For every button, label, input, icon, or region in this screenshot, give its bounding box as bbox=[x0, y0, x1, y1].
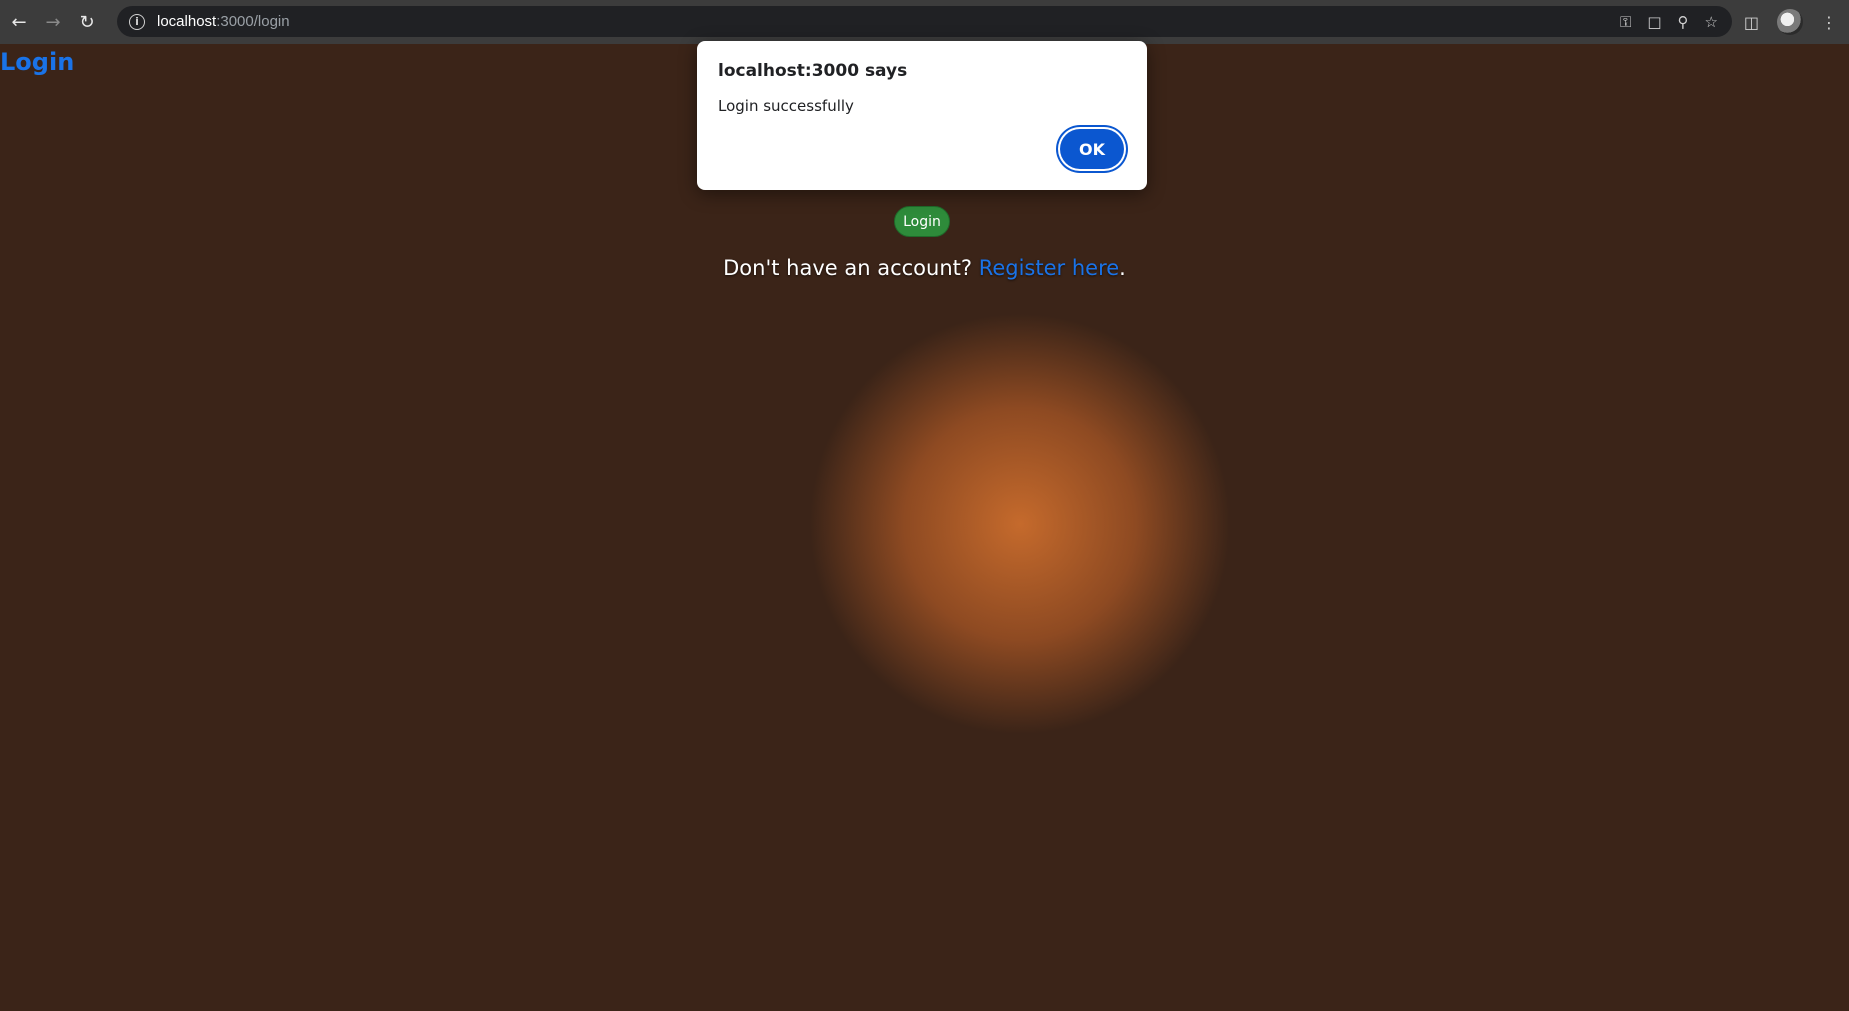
forward-icon[interactable]: → bbox=[38, 7, 68, 37]
browser-toolbar: ← → ↻ i localhost:3000/login ⚿ □ ⚲ ☆ ◫ ⋮ bbox=[0, 0, 1849, 44]
address-bar[interactable]: i localhost:3000/login ⚿ □ ⚲ ☆ bbox=[117, 6, 1732, 37]
cast-icon[interactable]: □ bbox=[1647, 13, 1661, 31]
reload-icon[interactable]: ↻ bbox=[72, 7, 102, 37]
url-text[interactable]: localhost:3000/login bbox=[157, 13, 290, 30]
alert-dialog: localhost:3000 says Login successfully O… bbox=[697, 41, 1147, 190]
zoom-icon[interactable]: ⚲ bbox=[1678, 13, 1689, 31]
profile-avatar[interactable] bbox=[1777, 9, 1803, 35]
back-icon[interactable]: ← bbox=[4, 7, 34, 37]
ok-button[interactable]: OK bbox=[1060, 129, 1124, 169]
url-host: localhost bbox=[157, 13, 217, 30]
page-title: Login bbox=[0, 48, 75, 76]
login-button[interactable]: Login bbox=[894, 206, 950, 237]
register-link[interactable]: Register here bbox=[979, 256, 1119, 280]
url-path: :3000/login bbox=[216, 13, 290, 30]
register-suffix: . bbox=[1119, 256, 1126, 280]
toolbar-right: ◫ ⋮ bbox=[1744, 0, 1837, 44]
register-prompt: Don't have an account? bbox=[723, 256, 979, 280]
bookmark-star-icon[interactable]: ☆ bbox=[1705, 13, 1718, 31]
dialog-message: Login successfully bbox=[718, 97, 854, 115]
side-panel-icon[interactable]: ◫ bbox=[1744, 13, 1759, 32]
omnibox-icons: ⚿ □ ⚲ ☆ bbox=[1620, 6, 1718, 37]
menu-icon[interactable]: ⋮ bbox=[1821, 13, 1837, 32]
dialog-title: localhost:3000 says bbox=[718, 61, 908, 81]
site-info-icon[interactable]: i bbox=[129, 13, 145, 30]
key-icon[interactable]: ⚿ bbox=[1620, 13, 1631, 31]
register-line: Don't have an account? Register here. bbox=[0, 256, 1849, 280]
